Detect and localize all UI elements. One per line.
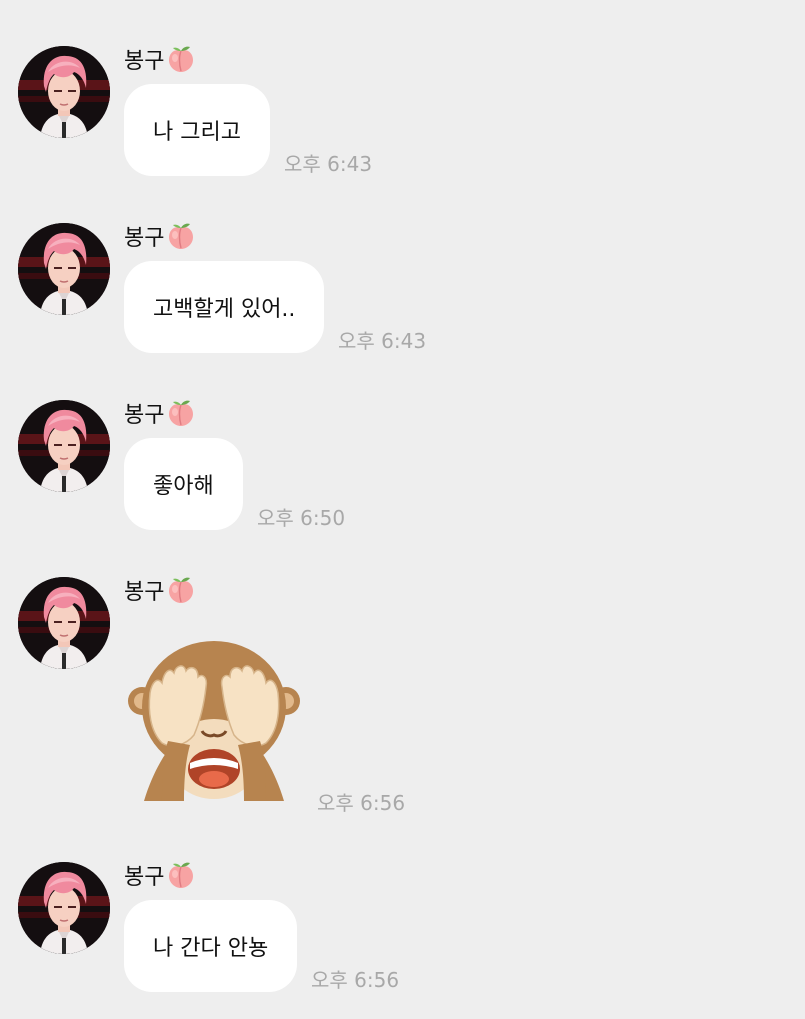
message-time: 오후 6:43 — [284, 152, 373, 176]
message-time: 오후 6:56 — [317, 791, 406, 815]
sender-name: 봉구 — [124, 573, 196, 607]
peach-icon — [166, 575, 196, 605]
message-time: 오후 6:56 — [311, 968, 400, 992]
avatar[interactable] — [18, 862, 110, 954]
pink-haired-boy-avatar — [18, 223, 110, 315]
sender-name-label: 봉구 — [124, 226, 165, 251]
peach-icon — [166, 398, 196, 428]
message-time: 오후 6:50 — [257, 506, 346, 530]
pink-haired-boy-avatar — [18, 46, 110, 138]
peach-icon — [166, 860, 196, 890]
sender-name-label: 봉구 — [124, 49, 165, 74]
message-bubble[interactable]: 나 간다 안뇽 — [124, 900, 298, 992]
message-text: 나 그리고 — [153, 120, 241, 145]
message-text: 좋아해 — [153, 474, 214, 499]
avatar[interactable] — [18, 223, 110, 315]
message-text: 나 간다 안뇽 — [153, 936, 269, 961]
message-bubble[interactable]: 고백할게 있어.. — [124, 261, 325, 353]
message-bubble[interactable]: 나 그리고 — [124, 84, 270, 176]
sender-name-label: 봉구 — [124, 580, 165, 605]
sender-name: 봉구 — [124, 42, 196, 76]
sender-name: 봉구 — [124, 396, 196, 430]
message-text: 고백할게 있어.. — [153, 297, 296, 322]
avatar[interactable] — [18, 400, 110, 492]
sender-name-label: 봉구 — [124, 865, 165, 890]
pink-haired-boy-avatar — [18, 577, 110, 669]
sender-name: 봉구 — [124, 858, 196, 892]
peach-icon — [166, 44, 196, 74]
sender-name-label: 봉구 — [124, 403, 165, 428]
avatar[interactable] — [18, 46, 110, 138]
pink-haired-boy-avatar — [18, 400, 110, 492]
pink-haired-boy-avatar — [18, 862, 110, 954]
peach-icon — [166, 221, 196, 251]
message-time: 오후 6:43 — [338, 329, 427, 353]
see-no-evil-monkey-icon[interactable] — [128, 641, 300, 805]
message-bubble[interactable]: 좋아해 — [124, 438, 243, 530]
sender-name: 봉구 — [124, 219, 196, 253]
avatar[interactable] — [18, 577, 110, 669]
